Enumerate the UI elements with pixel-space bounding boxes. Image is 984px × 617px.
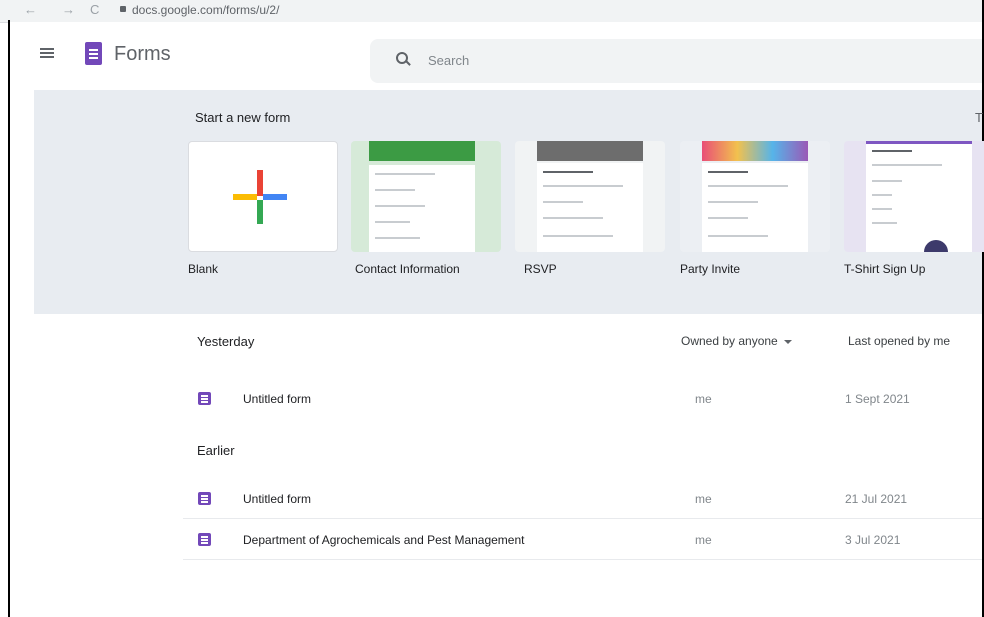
reload-icon[interactable]: C <box>90 2 99 17</box>
gallery-title: Start a new form <box>195 110 291 125</box>
form-date: 1 Sept 2021 <box>845 392 910 406</box>
owner-filter-dropdown[interactable]: Owned by anyone <box>681 334 792 348</box>
plus-icon-right <box>263 194 287 200</box>
section-title-yesterday: Yesterday <box>197 334 255 349</box>
search-placeholder: Search <box>428 53 470 68</box>
template-rsvp[interactable] <box>515 141 665 252</box>
form-icon <box>198 392 211 405</box>
url-text[interactable]: docs.google.com/forms/u/2/ <box>132 3 279 17</box>
template-tshirt-sign-up[interactable] <box>844 141 984 252</box>
frame-left-border <box>8 20 10 617</box>
search-icon[interactable] <box>396 52 411 66</box>
form-date: 21 Jul 2021 <box>845 492 908 506</box>
browser-address-bar: ← → C docs.google.com/forms/u/2/ <box>0 0 984 23</box>
forms-logo-icon[interactable] <box>85 42 102 65</box>
forward-icon[interactable]: → <box>62 2 75 17</box>
owner-filter-label: Owned by anyone <box>681 334 778 348</box>
form-date: 3 Jul 2021 <box>845 533 901 547</box>
section-title-earlier: Earlier <box>197 443 235 458</box>
hamburger-icon[interactable] <box>40 48 54 58</box>
template-party-invite[interactable] <box>680 141 830 252</box>
template-gallery-link[interactable]: T <box>975 110 983 125</box>
template-contact-information[interactable] <box>351 141 501 252</box>
list-item[interactable]: Untitled form me 1 Sept 2021 <box>183 378 982 418</box>
form-icon <box>198 492 211 505</box>
template-label-contact-information[interactable]: Contact Information <box>355 262 460 276</box>
template-label-rsvp[interactable]: RSVP <box>524 262 557 276</box>
list-item[interactable]: Department of Agrochemicals and Pest Man… <box>183 519 982 560</box>
form-icon <box>198 533 211 546</box>
app-header: Forms Search <box>10 22 982 86</box>
sort-label[interactable]: Last opened by me <box>848 334 950 348</box>
list-item[interactable]: Untitled form me 21 Jul 2021 <box>183 478 982 519</box>
template-gallery: Start a new form T Blank Contact Informa… <box>34 90 984 314</box>
form-name[interactable]: Untitled form <box>243 492 311 506</box>
app-title[interactable]: Forms <box>114 43 171 66</box>
template-blank[interactable] <box>188 141 338 252</box>
plus-icon-left <box>233 194 257 200</box>
form-owner: me <box>695 533 712 547</box>
form-owner: me <box>695 492 712 506</box>
back-icon[interactable]: ← <box>24 2 37 17</box>
plus-icon-top <box>257 170 263 196</box>
search-input[interactable]: Search <box>370 39 982 83</box>
chevron-down-icon <box>783 339 792 344</box>
template-label-blank[interactable]: Blank <box>188 262 218 276</box>
form-owner: me <box>695 392 712 406</box>
form-name[interactable]: Untitled form <box>243 392 311 406</box>
form-name[interactable]: Department of Agrochemicals and Pest Man… <box>243 533 524 547</box>
template-label-party-invite[interactable]: Party Invite <box>680 262 740 276</box>
lock-icon <box>120 6 126 12</box>
plus-icon-bottom <box>257 200 263 224</box>
template-label-tshirt-sign-up[interactable]: T-Shirt Sign Up <box>844 262 925 276</box>
